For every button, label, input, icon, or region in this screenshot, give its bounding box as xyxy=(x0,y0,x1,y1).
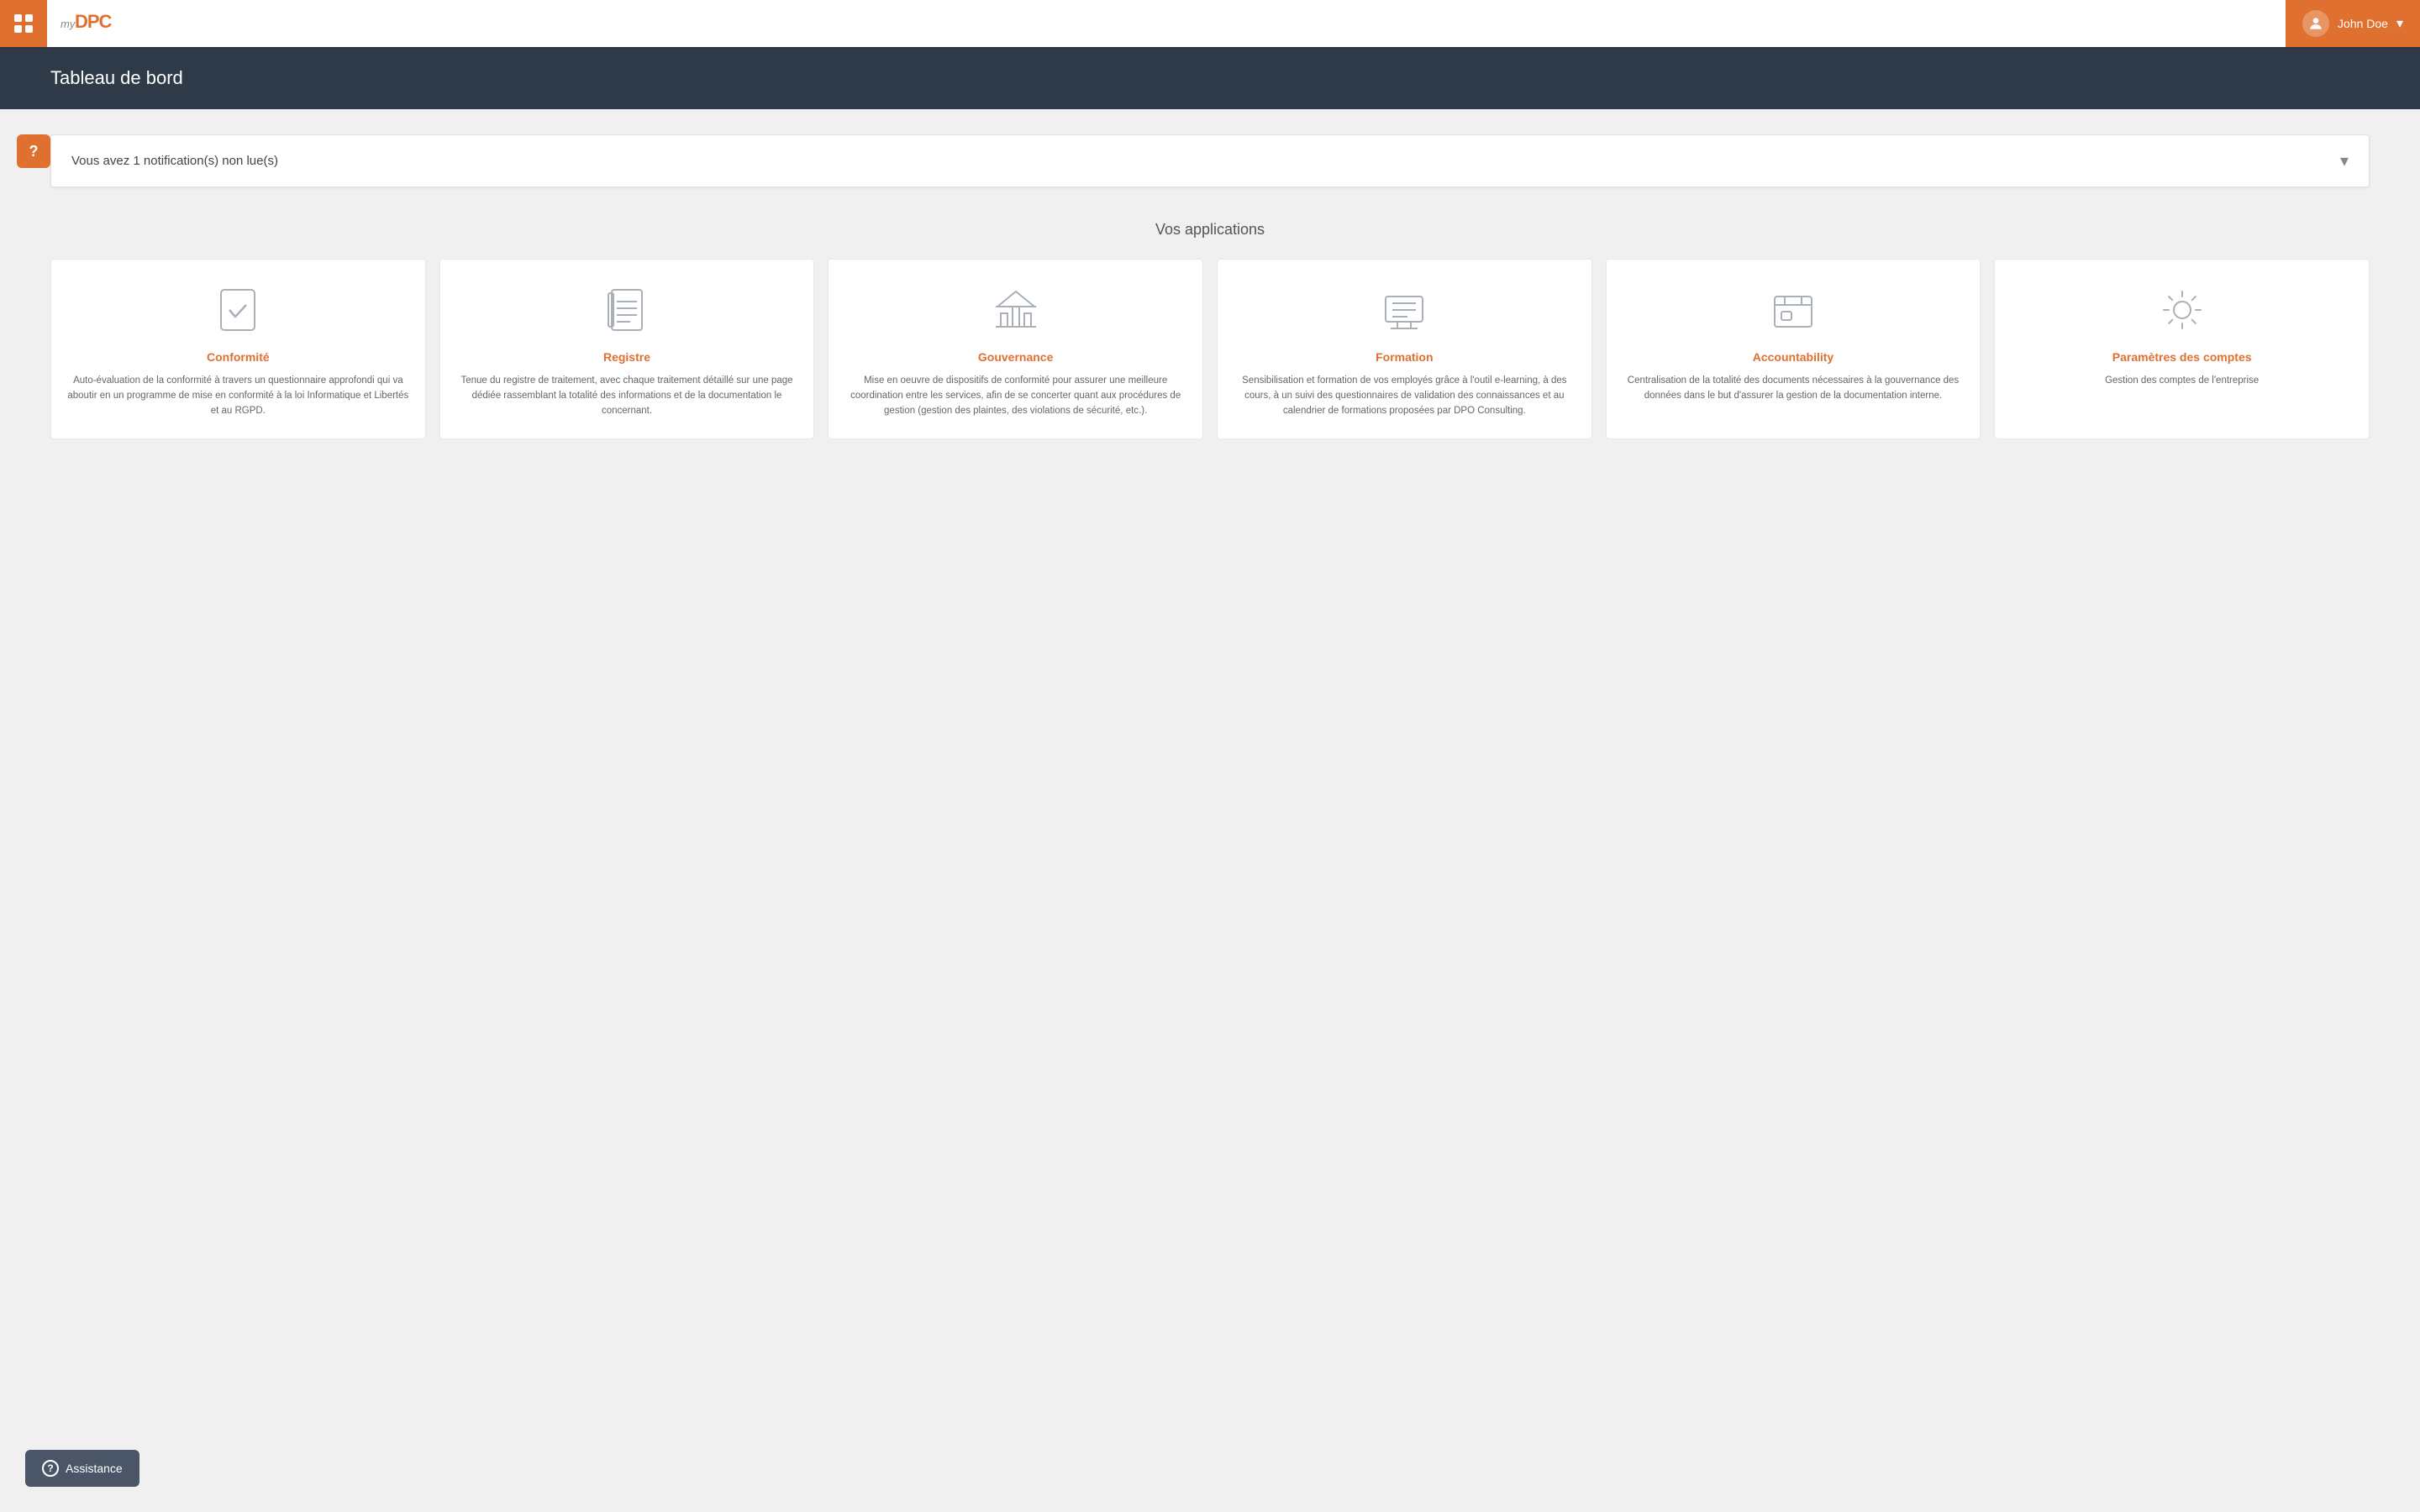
app-card-conformite[interactable]: Conformité Auto-évaluation de la conform… xyxy=(50,259,426,439)
registre-icon xyxy=(600,283,654,337)
user-avatar-icon xyxy=(2302,10,2329,37)
logo-dpc: DPC xyxy=(75,9,125,38)
assistance-label: Assistance xyxy=(66,1462,123,1475)
assistance-button[interactable]: ? Assistance xyxy=(25,1450,139,1487)
grid-icon xyxy=(14,14,33,33)
app-card-accountability[interactable]: Accountability Centralisation de la tota… xyxy=(1606,259,1981,439)
apps-grid: Conformité Auto-évaluation de la conform… xyxy=(50,259,2370,439)
help-button[interactable]: ? xyxy=(17,134,50,168)
app-desc-formation: Sensibilisation et formation de vos empl… xyxy=(1231,374,1578,418)
app-card-gouvernance[interactable]: Gouvernance Mise en oeuvre de dispositif… xyxy=(828,259,1203,439)
app-card-registre[interactable]: Registre Tenue du registre de traitement… xyxy=(439,259,815,439)
main-content: ? Vous avez 1 notification(s) non lue(s)… xyxy=(0,109,2420,490)
user-name-label: John Doe xyxy=(2338,17,2388,30)
chevron-down-icon: ▾ xyxy=(2396,15,2403,32)
app-name-parametres: Paramètres des comptes xyxy=(2008,350,2355,364)
formation-icon xyxy=(1377,283,1431,337)
topbar: my DPC John Doe ▾ xyxy=(0,0,2420,47)
svg-text:DPC: DPC xyxy=(75,11,113,32)
notification-chevron-icon[interactable]: ▾ xyxy=(2340,150,2349,171)
apps-menu-button[interactable] xyxy=(0,0,47,47)
page-title: Tableau de bord xyxy=(50,67,2370,89)
app-desc-accountability: Centralisation de la totalité des docume… xyxy=(1620,374,1967,404)
app-desc-parametres: Gestion des comptes de l'entreprise xyxy=(2008,374,2355,389)
notification-bar[interactable]: Vous avez 1 notification(s) non lue(s) ▾ xyxy=(50,134,2370,187)
logo-my: my xyxy=(60,18,75,30)
apps-section-title: Vos applications xyxy=(50,221,2370,239)
app-desc-registre: Tenue du registre de traitement, avec ch… xyxy=(454,374,801,418)
app-desc-conformite: Auto-évaluation de la conformité à trave… xyxy=(65,374,412,418)
app-name-gouvernance: Gouvernance xyxy=(842,350,1189,364)
notification-text: Vous avez 1 notification(s) non lue(s) xyxy=(71,154,278,168)
assistance-icon: ? xyxy=(42,1460,59,1477)
user-menu[interactable]: John Doe ▾ xyxy=(2286,0,2420,47)
gouvernance-icon xyxy=(989,283,1043,337)
app-name-conformite: Conformité xyxy=(65,350,412,364)
app-name-accountability: Accountability xyxy=(1620,350,1967,364)
app-card-parametres[interactable]: Paramètres des comptes Gestion des compt… xyxy=(1994,259,2370,439)
logo: my DPC xyxy=(60,9,125,38)
parametres-icon xyxy=(2155,283,2209,337)
page-header: Tableau de bord xyxy=(0,47,2420,109)
conformite-icon xyxy=(211,283,265,337)
app-desc-gouvernance: Mise en oeuvre de dispositifs de conform… xyxy=(842,374,1189,418)
accountability-icon xyxy=(1766,283,1820,337)
app-name-formation: Formation xyxy=(1231,350,1578,364)
app-name-registre: Registre xyxy=(454,350,801,364)
app-card-formation[interactable]: Formation Sensibilisation et formation d… xyxy=(1217,259,1592,439)
help-icon: ? xyxy=(29,143,39,160)
apps-section: Vos applications Conformité Auto-évaluat… xyxy=(50,221,2370,439)
